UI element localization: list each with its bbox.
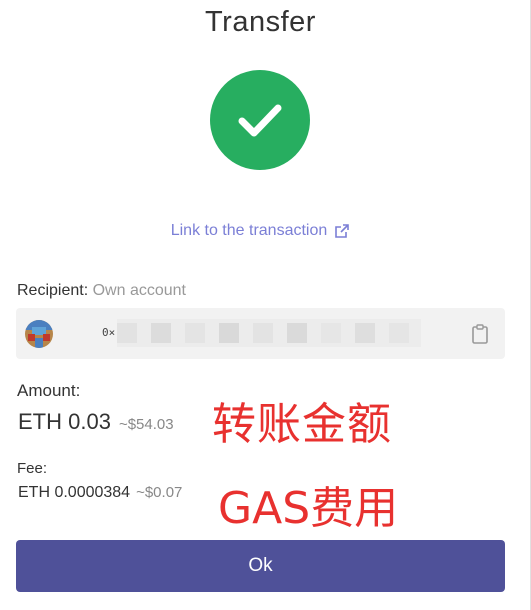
fee-label: Fee:: [17, 460, 48, 477]
transaction-link-label: Link to the transaction: [170, 222, 328, 239]
external-link-icon: [335, 224, 350, 238]
fee-fiat: ~$0.07: [136, 484, 183, 501]
fee-value: ETH 0.0000384: [18, 484, 131, 501]
amount-fiat: ~$54.03: [118, 416, 174, 433]
ok-button[interactable]: Ok: [16, 540, 505, 592]
amount-label: Amount:: [17, 381, 81, 400]
recipient-address-box: 0×: [16, 308, 505, 359]
address-redacted: [117, 319, 421, 347]
success-badge: [210, 70, 310, 170]
clipboard-icon[interactable]: [471, 324, 489, 344]
recipient-label: Recipient:: [17, 282, 89, 299]
recipient-row: Recipient: Own account: [17, 282, 186, 300]
transaction-link[interactable]: Link to the transaction: [0, 222, 521, 240]
address-prefix: 0×: [102, 326, 116, 339]
amount-row: ETH 0.03 ~$54.03: [18, 409, 174, 435]
fee-annotation: GAS费用: [218, 483, 399, 534]
fee-row: ETH 0.0000384 ~$0.07: [18, 484, 182, 502]
page-title: Transfer: [205, 6, 316, 38]
avatar: [25, 320, 53, 348]
recipient-value: Own account: [92, 282, 186, 299]
amount-annotation: 转账金额: [212, 399, 392, 450]
amount-value: ETH 0.03: [18, 409, 111, 434]
checkmark-icon: [238, 104, 282, 137]
